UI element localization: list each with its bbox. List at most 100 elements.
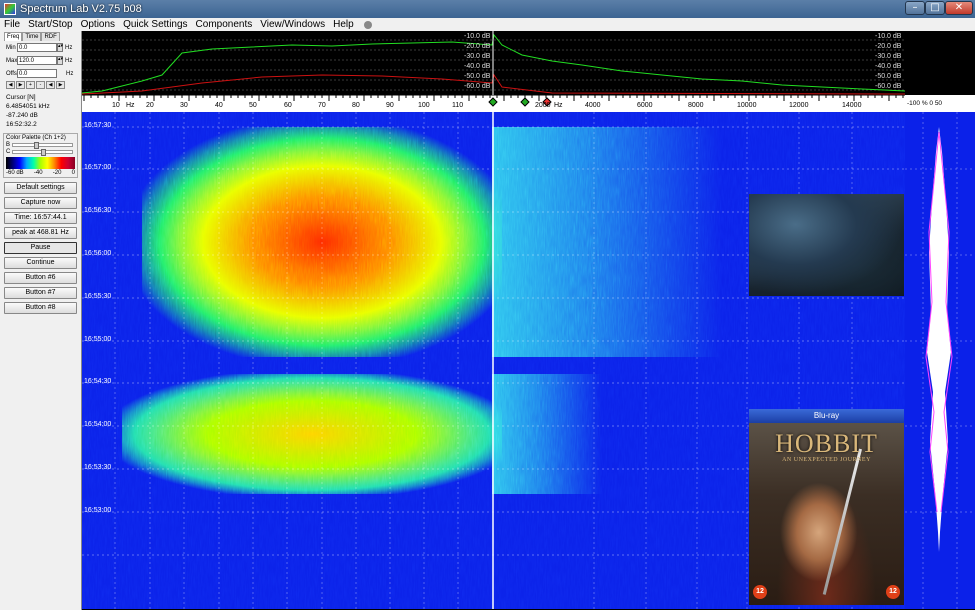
menu-options[interactable]: Options	[77, 19, 119, 30]
spectrum-graph[interactable]: -10.0 dB -20.0 dB -30.0 dB -40.0 dB -50.…	[81, 31, 906, 95]
brightness-track[interactable]	[12, 141, 73, 149]
zoom-out-button[interactable]: -	[36, 81, 45, 89]
freq-unit-label: Hz	[126, 102, 135, 109]
waveform-svg	[905, 112, 975, 609]
peak-display-button[interactable]: peak at 468.81 Hz	[4, 227, 77, 239]
contrast-label: C	[6, 148, 11, 155]
scroll-right-button[interactable]: ▶	[16, 81, 25, 89]
freq-tick-label: 20	[146, 102, 154, 109]
landscape-photo	[749, 194, 904, 296]
cursor-info: Cursor [N] 6.4854051 kHz -87.240 dB 16:5…	[6, 93, 81, 129]
cursor-title: Cursor [N]	[6, 94, 36, 101]
age-rating-badge: 12	[753, 585, 767, 599]
scroll-left-button[interactable]: ◀	[6, 81, 15, 89]
db-label: -20.0 dB	[464, 43, 491, 50]
time-label: 16:57:00	[84, 164, 112, 171]
freq-offs-input[interactable]: 0.0	[17, 69, 57, 78]
freq-tick-label: 40	[215, 102, 223, 109]
time-label: 16:55:30	[84, 293, 112, 300]
palette-tick: -20	[52, 170, 62, 176]
freq-tick-label: 8000	[688, 102, 704, 109]
right-spectrum-area	[905, 31, 975, 95]
freq-min-input[interactable]: 0.0	[17, 43, 57, 52]
bluray-logo: Blu-ray	[749, 409, 904, 423]
freq-max-spinner[interactable]: ▴▾	[57, 56, 63, 65]
brightness-slider[interactable]: B	[6, 141, 75, 149]
freq-max-input[interactable]: 120.0	[17, 56, 57, 65]
tab-rdf[interactable]: RDF	[41, 32, 60, 41]
maximize-button[interactable]: □	[925, 1, 945, 15]
color-palette-group: Color Palette (Ch 1+2) B C -60 dB -40 -2…	[3, 133, 78, 178]
minimize-button[interactable]: –	[905, 1, 925, 15]
movie-poster: Blu-ray HOBBIT AN UNEXPECTED JOURNEY 12 …	[749, 409, 904, 605]
poster-subtitle: AN UNEXPECTED JOURNEY	[782, 457, 871, 463]
continue-button[interactable]: Continue	[4, 257, 77, 269]
freq-tick-label: 12000	[789, 102, 809, 109]
cursor-frequency: 6.4854051 kHz	[6, 103, 50, 110]
right-panel-scale: -100 % 0 50	[905, 95, 975, 112]
freq-min-label: Min	[6, 44, 16, 51]
button-6[interactable]: Button #6	[4, 272, 77, 284]
freq-max-row: Max 120.0 ▴▾ Hz	[6, 54, 81, 67]
tab-freq[interactable]: Freq	[4, 32, 23, 41]
freq-tick-label: 60	[284, 102, 292, 109]
waveform-envelope	[927, 127, 951, 552]
freq-max-unit: Hz	[65, 57, 73, 64]
age-rating-badge: 12	[886, 585, 900, 599]
cursor-level: -87.240 dB	[6, 112, 38, 119]
freq-tick-label: 90	[386, 102, 394, 109]
freq-tick-label: 10	[112, 102, 120, 109]
button-7[interactable]: Button #7	[4, 287, 77, 299]
page-left-button[interactable]: ◀	[46, 81, 55, 89]
palette-ticks: -60 dB -40 -20 0	[6, 170, 75, 176]
cursor-time: 16:52:32.2	[6, 121, 37, 128]
palette-tick: -40	[33, 170, 43, 176]
menu-view-windows[interactable]: View/Windows	[256, 19, 329, 30]
time-display-button[interactable]: Time: 16:57:44.1	[4, 212, 77, 224]
color-palette-bar[interactable]	[6, 157, 75, 169]
close-button[interactable]: ✕	[945, 1, 973, 15]
tab-time[interactable]: Time	[22, 32, 42, 41]
contrast-track[interactable]	[12, 148, 73, 156]
frequency-scale[interactable]: 10 Hz 20 30 40 50 60 70 80 90 100 110 20…	[82, 95, 905, 112]
palette-tick: 0	[71, 170, 75, 176]
page-right-button[interactable]: ▶	[56, 81, 65, 89]
db-label: -50.0 dB	[875, 73, 902, 80]
db-label: -60.0 dB	[464, 83, 491, 90]
freq-unit-label: Hz	[554, 102, 563, 109]
freq-tick-label: 4000	[585, 102, 601, 109]
time-label: 16:55:00	[84, 336, 112, 343]
brightness-thumb[interactable]	[34, 141, 40, 149]
db-label: -40.0 dB	[464, 63, 491, 70]
capture-now-button[interactable]: Capture now	[4, 197, 77, 209]
db-label: -30.0 dB	[464, 53, 491, 60]
db-label: -40.0 dB	[875, 63, 902, 70]
zoom-in-button[interactable]: +	[26, 81, 35, 89]
contrast-slider[interactable]: C	[6, 148, 75, 156]
status-led-icon	[363, 20, 372, 29]
menu-start-stop[interactable]: Start/Stop	[24, 19, 76, 30]
freq-tick-label: 100	[418, 102, 430, 109]
poster-title: HOBBIT	[775, 429, 878, 458]
freq-min-row: Min 0.0 ▴▾ Hz	[6, 41, 81, 54]
control-panel: Freq Time RDF Min 0.0 ▴▾ Hz Max 120.0 ▴▾…	[0, 31, 82, 610]
scroll-buttons: ◀ ▶ + - ◀ ▶	[6, 81, 81, 89]
window-title: Spectrum Lab V2.75 b08	[20, 3, 142, 15]
db-label: -50.0 dB	[464, 73, 491, 80]
pause-button[interactable]: Pause	[4, 242, 77, 254]
menu-quick-settings[interactable]: Quick Settings	[119, 19, 191, 30]
default-settings-button[interactable]: Default settings	[4, 182, 77, 194]
db-label: -20.0 dB	[875, 43, 902, 50]
tab-bar: Freq Time RDF	[4, 32, 81, 41]
contrast-thumb[interactable]	[41, 148, 47, 156]
db-label: -30.0 dB	[875, 53, 902, 60]
freq-tick-label: 50	[249, 102, 257, 109]
freq-min-spinner[interactable]: ▴▾	[57, 43, 63, 52]
menu-help[interactable]: Help	[329, 19, 358, 30]
menu-components[interactable]: Components	[192, 19, 257, 30]
time-label: 16:56:30	[84, 207, 112, 214]
freq-tick-label: 110	[452, 102, 464, 109]
button-8[interactable]: Button #8	[4, 302, 77, 314]
menu-file[interactable]: File	[0, 19, 24, 30]
freq-offs-row: Offs 0.0 Hz	[6, 67, 81, 80]
